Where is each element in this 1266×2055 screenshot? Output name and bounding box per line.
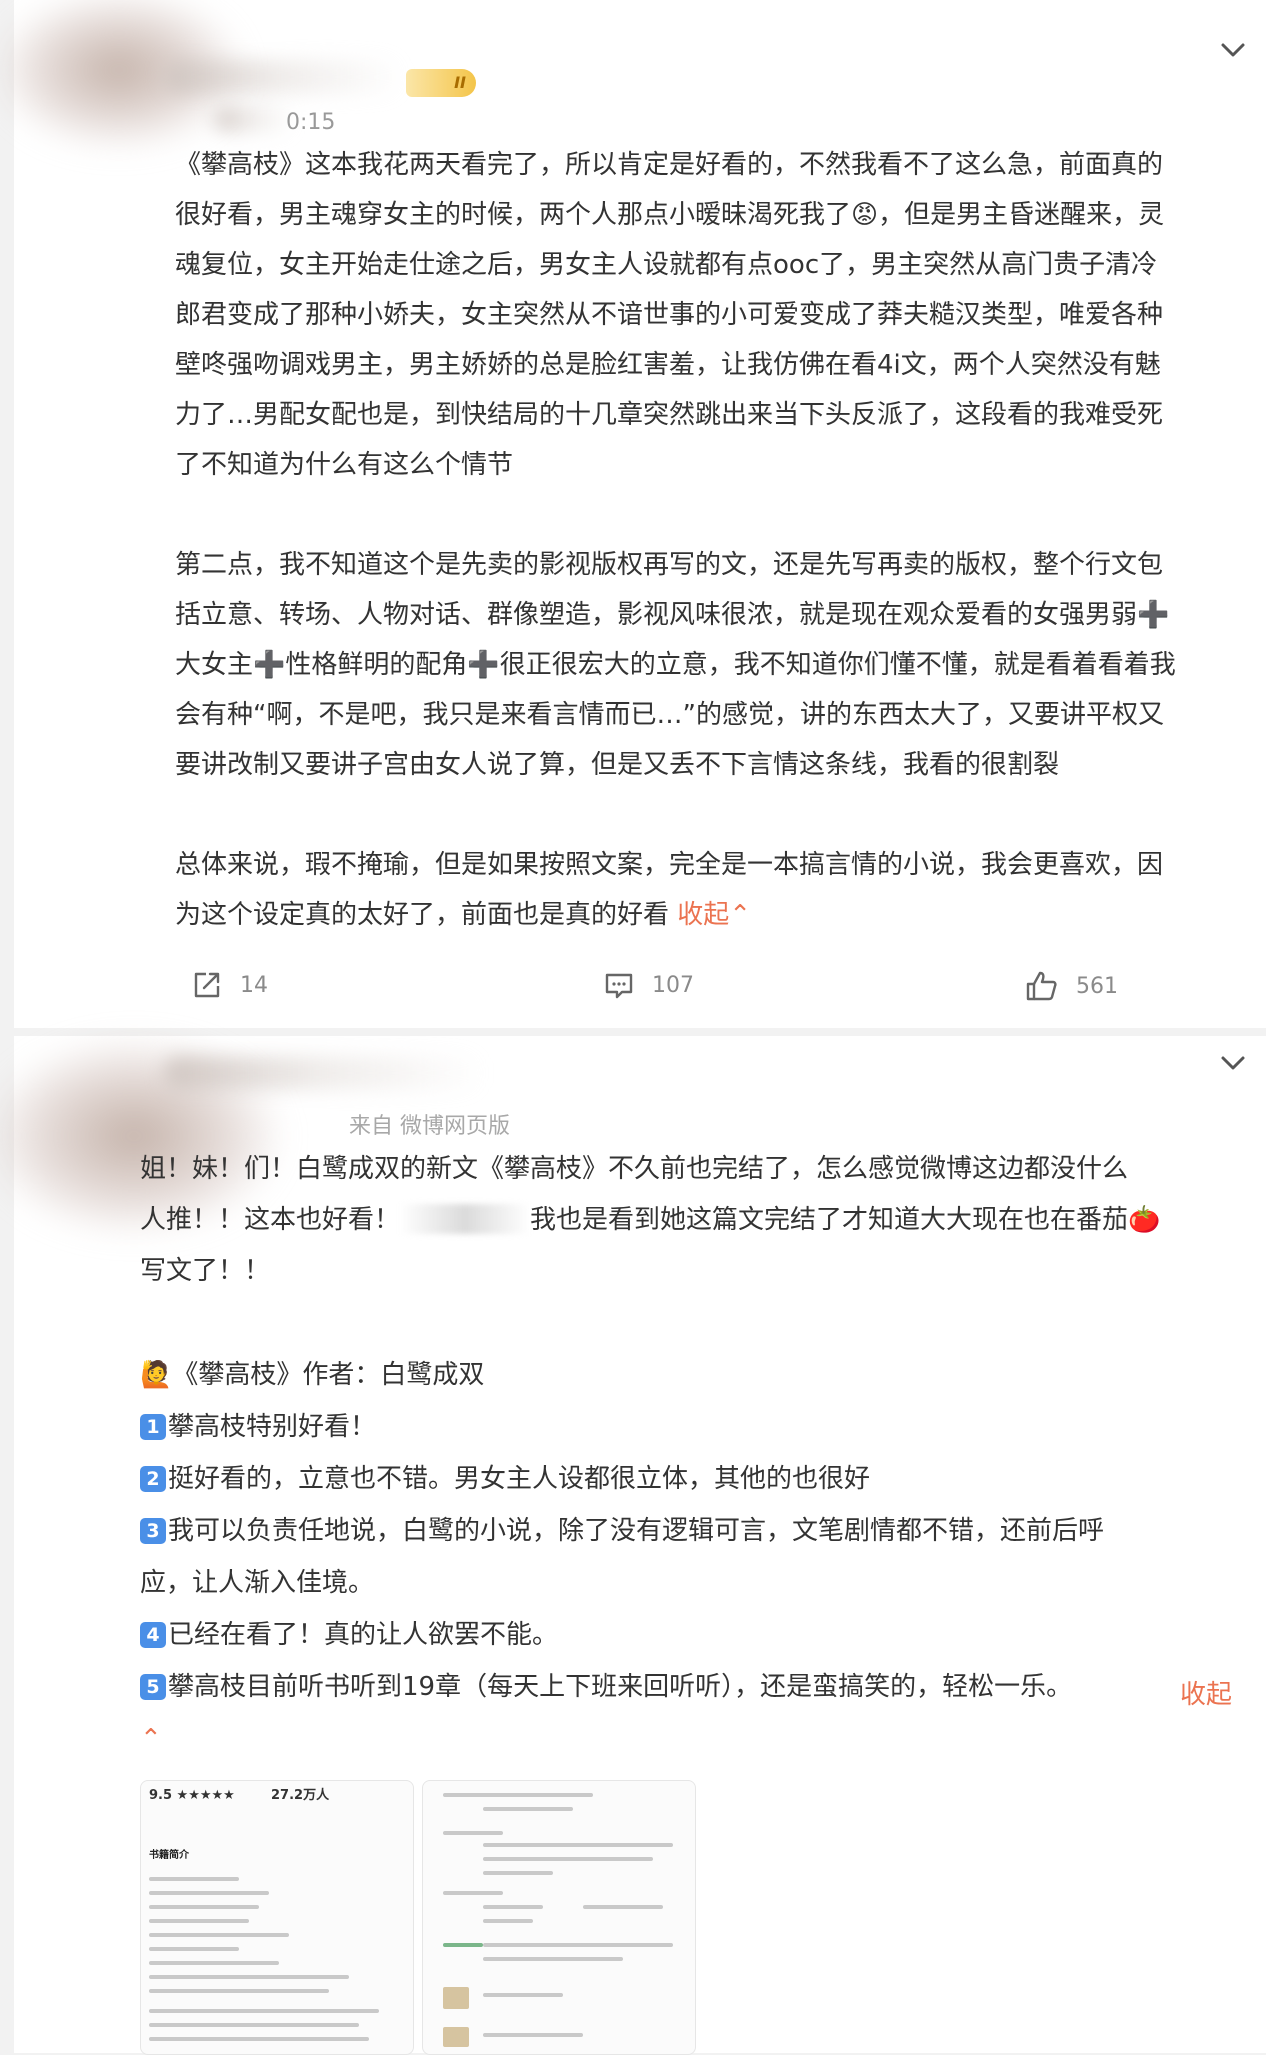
intro-line-2: 人推！！这本也好看！ 我也是看到她这篇文完结了才知道大大现在也在番茄🍅: [140, 1195, 1250, 1246]
number-5-icon: 5: [140, 1674, 166, 1700]
intro-line-2b: 我也是看到她这篇文完结了才知道大大现在也在番茄🍅: [530, 1205, 1161, 1235]
review-item: 1 攀高枝特别好看！: [140, 1401, 1250, 1453]
review-item: 2 挺好看的，立意也不错。男女主人设都很立体，其他的也很好: [140, 1453, 1250, 1505]
collapse-row: ⌃: [140, 1713, 1250, 1765]
review-item: 4 已经在看了！真的让人欲罢不能。: [140, 1609, 1250, 1661]
raising-hand-emoji: 🙋: [140, 1360, 173, 1390]
book-title-author: 《攀高枝》作者：白鹭成双: [172, 1360, 485, 1390]
review-item: 3 我可以负责任地说，白鹭的小说，除了没有逻辑可言，文笔剧情都不错，还前后呼: [140, 1505, 1250, 1557]
number-2-icon: 2: [140, 1466, 166, 1492]
review-item: 5 攀高枝目前听书听到19章（每天上下班来回听听），还是蛮搞笑的，轻松一乐。: [140, 1661, 1250, 1713]
image-thumbnail-2[interactable]: [422, 1780, 696, 2055]
chevron-down-icon[interactable]: [1216, 1046, 1250, 1080]
blurred-mention: [400, 1204, 531, 1234]
thumb-section: 书籍简介: [149, 1850, 189, 1861]
thumb-count: 27.2万人: [271, 1788, 330, 1803]
number-3-icon: 3: [140, 1518, 166, 1544]
review-item-text: 我可以负责任地说，白鹭的小说，除了没有逻辑可言，文笔剧情都不错，还前后呼: [168, 1516, 1105, 1546]
collapse-link-2[interactable]: ⌃: [140, 1724, 162, 1754]
review-item-text: 应，让人渐入佳境。: [140, 1568, 375, 1598]
review-item: 应，让人渐入佳境。: [140, 1557, 1250, 1609]
review-item-text: 攀高枝目前听书听到19章（每天上下班来回听听），还是蛮搞笑的，轻松一乐。: [168, 1672, 1073, 1702]
collapse-caret-icon: ⌃: [140, 1724, 162, 1754]
number-1-icon: 1: [140, 1414, 166, 1440]
post-source: 来自 微博网页版: [349, 1114, 510, 1139]
review-item-text: 攀高枝特别好看！: [168, 1412, 377, 1442]
image-thumbnail-1[interactable]: 9.5 ★★★★★ 27.2万人 书籍简介: [140, 1780, 414, 2055]
thumb-rating: 9.5 ★★★★★: [149, 1788, 235, 1803]
user-name-2[interactable]: [164, 1056, 484, 1090]
review-item-text: 已经在看了！真的让人欲罢不能。: [168, 1620, 559, 1650]
post-body-2: 姐！妹！们！白鹭成双的新文《攀高枝》不久前也完结了，怎么感觉微博这边都没什么 人…: [140, 1144, 1250, 1765]
review-item-text: 挺好看的，立意也不错。男女主人设都很立体，其他的也很好: [168, 1464, 871, 1494]
book-line: 🙋《攀高枝》作者：白鹭成双: [140, 1349, 1250, 1401]
review-list: 1 攀高枝特别好看！ 2 挺好看的，立意也不错。男女主人设都很立体，其他的也很好 3 我可…: [140, 1401, 1250, 1713]
number-4-icon: 4: [140, 1622, 166, 1648]
intro-line-3: 写文了！！: [140, 1256, 271, 1286]
collapse-label-2[interactable]: 收起: [1180, 1669, 1232, 1721]
intro-line-2a: 人推！！这本也好看！: [140, 1205, 401, 1235]
intro-line-1: 姐！妹！们！白鹭成双的新文《攀高枝》不久前也完结了，怎么感觉微博这边都没什么: [140, 1154, 1129, 1184]
